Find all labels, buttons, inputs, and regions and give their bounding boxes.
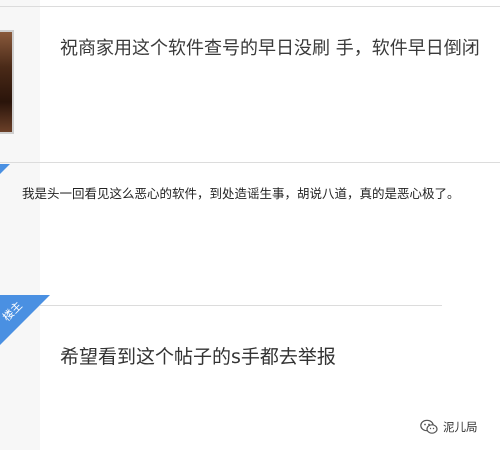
reply-text-3: 希望看到这个帖子的s手都去举报 — [60, 346, 336, 368]
divider-2 — [40, 305, 442, 306]
corner-marker — [0, 164, 10, 174]
owner-badge: 楼主 — [0, 295, 50, 345]
watermark-label: 泥儿局 — [443, 420, 478, 434]
watermark: 泥儿局 — [420, 419, 478, 435]
reply-text-1: 祝商家用这个软件查号的早日没刷 手，软件早日倒闭 — [60, 38, 480, 59]
wechat-icon — [420, 419, 438, 434]
reply-text-2: 我是头一回看见这么恶心的软件，到处造谣生事，胡说八道，真的是恶心极了。 — [22, 186, 460, 201]
avatar[interactable] — [0, 30, 14, 134]
divider-1 — [0, 162, 500, 163]
top-divider — [0, 6, 500, 7]
